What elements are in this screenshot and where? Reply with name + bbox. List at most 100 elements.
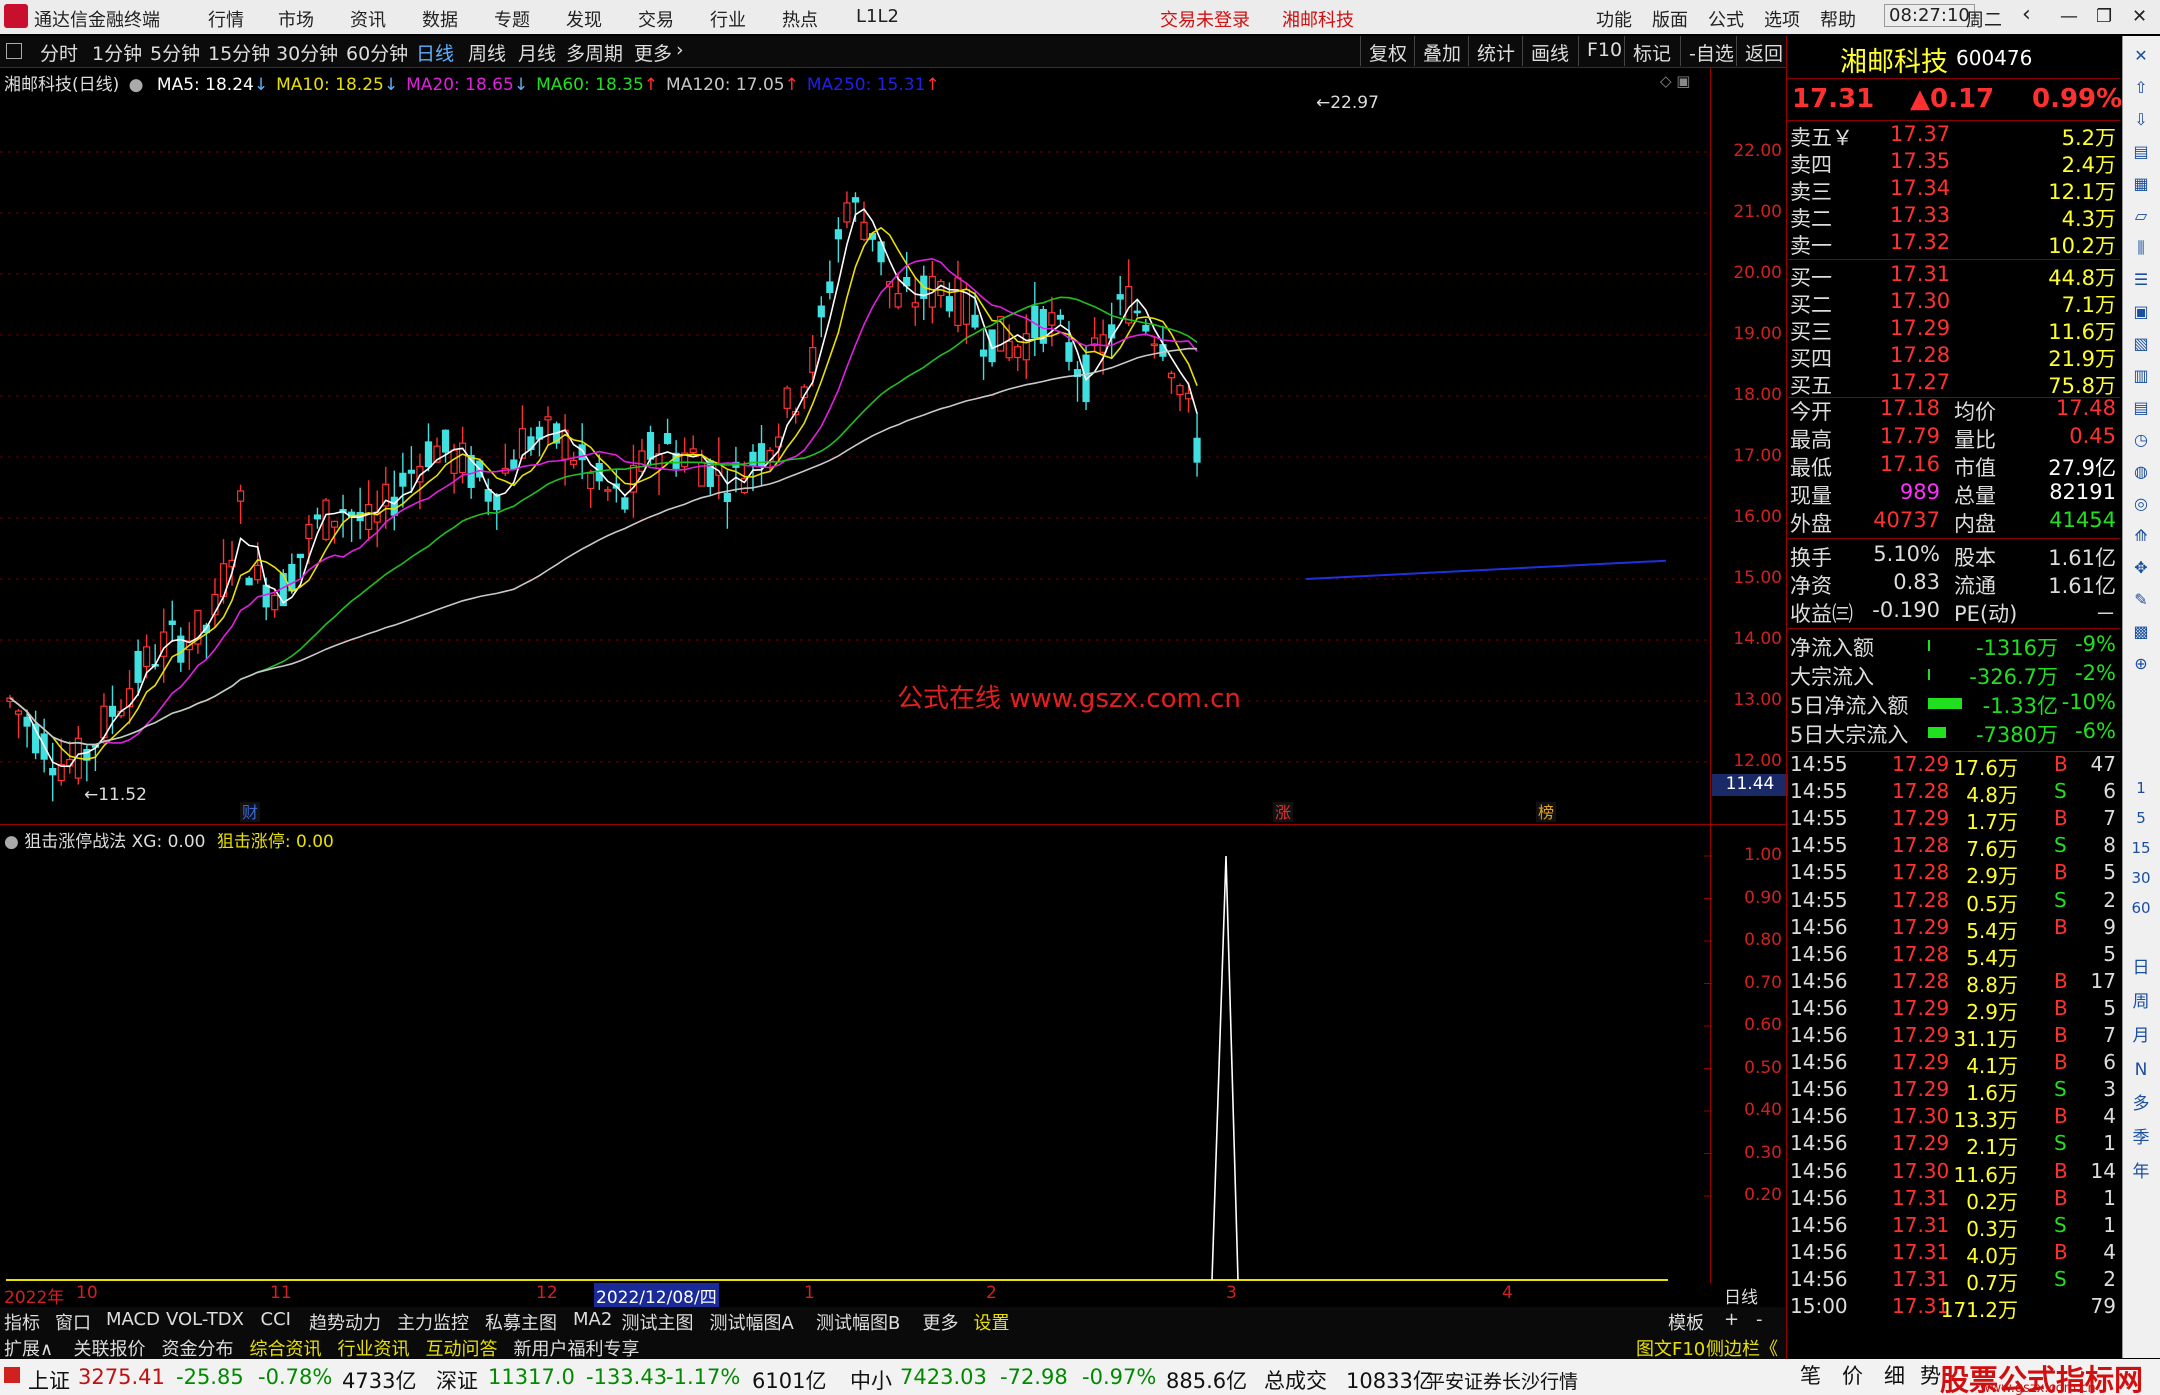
menu-zixun[interactable]: 资讯 — [350, 6, 386, 32]
event-marker[interactable]: 财 — [242, 803, 258, 822]
trade-status[interactable]: 交易未登录 — [1160, 6, 1250, 32]
sz-name[interactable]: 深证 — [436, 1365, 478, 1395]
tool-biaoji[interactable]: 标记 — [1624, 36, 1679, 66]
tick-row[interactable]: 14:56 17.29 1.6万 S 3 — [1788, 1077, 2120, 1105]
period-week[interactable]: 周线 — [468, 39, 506, 66]
tab-tools-2[interactable]: - — [1756, 1309, 1763, 1330]
detail-tab-3[interactable]: 势 — [1920, 1360, 1941, 1390]
tick-row[interactable]: 14:56 17.28 5.4万 5 — [1788, 942, 2120, 970]
strip-period-2[interactable]: 月 — [2127, 1022, 2155, 1050]
strip-period-4[interactable]: 多 — [2127, 1090, 2155, 1118]
tool-tongji[interactable]: 统计 — [1468, 36, 1523, 66]
menu-hangye[interactable]: 行业 — [710, 6, 746, 32]
tab-ind-1[interactable]: 窗口 — [55, 1309, 91, 1335]
orderbook-row[interactable]: 卖二 17.33 4.3万 — [1788, 203, 2120, 231]
grid-icon[interactable]: ▧ — [2127, 330, 2155, 358]
orderbook-row[interactable]: 买一 17.31 44.8万 — [1788, 262, 2120, 290]
strip-num-5[interactable]: 5 — [2127, 804, 2155, 832]
tab-ext-4[interactable]: 行业资讯 — [338, 1335, 410, 1361]
tab-tools-1[interactable]: + — [1724, 1309, 1739, 1330]
strip-period-3[interactable]: N — [2127, 1056, 2155, 1084]
detail-tab-0[interactable]: 笔 — [1800, 1360, 1821, 1390]
tool-diejia[interactable]: 叠加 — [1414, 36, 1469, 66]
chart-icon[interactable]: ▱ — [2127, 202, 2155, 230]
candle-icon[interactable]: ⫼ — [2127, 234, 2155, 262]
tick-row[interactable]: 14:56 17.28 8.8万 B 17 — [1788, 969, 2120, 997]
strip-period-0[interactable]: 日 — [2127, 954, 2155, 982]
tab-ext-3[interactable]: 综合资讯 — [250, 1335, 322, 1361]
menu-redian[interactable]: 热点 — [782, 6, 818, 32]
f10-icon[interactable]: ▤ — [2127, 394, 2155, 422]
indicator-chart[interactable]: ● 狙击涨停战法 XG: 0.00 狙击涨停: 0.00 1.00 0.90 0.8… — [0, 825, 1782, 1285]
pin-icon[interactable]: ◍ — [2127, 458, 2155, 486]
detail-tab-1[interactable]: 价 — [1842, 1360, 1863, 1390]
menu-faxian[interactable]: 发现 — [566, 6, 602, 32]
restore-icon[interactable]: ❐ — [2096, 6, 2112, 27]
tick-row[interactable]: 14:56 17.29 2.9万 B 5 — [1788, 996, 2120, 1024]
tick-list[interactable]: 14:55 17.29 17.6万 B 47 14:55 17.28 4.8万 S 6 14:55 1… — [1788, 752, 2120, 1352]
period-5min[interactable]: 5分钟 — [150, 39, 200, 66]
menu-bangzhu[interactable]: 帮助 — [1820, 6, 1856, 32]
panel-toggle-icon[interactable] — [6, 43, 22, 59]
tool-fuquan[interactable]: 复权 — [1360, 36, 1415, 66]
menu-gongneng[interactable]: 功能 — [1596, 6, 1632, 32]
strip-num-30[interactable]: 30 — [2127, 864, 2155, 892]
tab-ext-6[interactable]: 新用户福利专享 — [514, 1335, 640, 1361]
tick-row[interactable]: 14:56 17.31 0.3万 S 1 — [1788, 1213, 2120, 1241]
tab-ind-10[interactable]: 测试幅图A — [710, 1309, 794, 1335]
rsi-icon[interactable]: ⟰ — [2127, 522, 2155, 550]
back-icon[interactable]: ‹ — [2022, 2, 2031, 27]
close-panel-icon[interactable]: ✕ — [2127, 42, 2155, 70]
strip-period-5[interactable]: 季 — [2127, 1124, 2155, 1152]
tick-row[interactable]: 14:56 17.31 4.0万 B 4 — [1788, 1240, 2120, 1268]
tick-row[interactable]: 14:55 17.28 7.6万 S 8 — [1788, 833, 2120, 861]
menu-hangqing[interactable]: 行情 — [208, 6, 244, 32]
target-icon[interactable]: ◎ — [2127, 490, 2155, 518]
menu-shichang[interactable]: 市场 — [278, 6, 314, 32]
zx-name[interactable]: 中小 — [850, 1365, 892, 1395]
orderbook-row[interactable]: 买五 17.27 75.8万 — [1788, 370, 2120, 398]
orderbook-row[interactable]: 卖四 17.35 2.4万 — [1788, 149, 2120, 177]
tick-row[interactable]: 14:56 17.31 0.7万 S 2 — [1788, 1267, 2120, 1295]
tick-row[interactable]: 14:55 17.29 17.6万 B 47 — [1788, 752, 2120, 780]
orderbook-row[interactable]: 卖一 17.32 10.2万 — [1788, 230, 2120, 258]
plus-icon[interactable]: ⊕ — [2127, 650, 2155, 678]
tick-row[interactable]: 14:56 17.29 5.4万 B 9 — [1788, 915, 2120, 943]
period-month[interactable]: 月线 — [518, 39, 556, 66]
tick-row[interactable]: 14:55 17.28 2.9万 B 5 — [1788, 860, 2120, 888]
settings-dot-icon[interactable]: ● — [4, 832, 19, 852]
list-icon[interactable]: ☰ — [2127, 266, 2155, 294]
menu-xuanxiang[interactable]: 选项 — [1764, 6, 1800, 32]
orderbook-row[interactable]: 买四 17.28 21.9万 — [1788, 343, 2120, 371]
tick-row[interactable]: 14:56 17.31 0.2万 B 1 — [1788, 1186, 2120, 1214]
kline-canvas[interactable]: ←22.97 ←11.52 财 涨 榜 — [0, 68, 1712, 825]
tab-ind-3[interactable]: VOL-TDX — [166, 1309, 244, 1330]
period-multi[interactable]: 多周期 — [566, 39, 623, 66]
tab-ext-2[interactable]: 资金分布 — [162, 1335, 234, 1361]
tab-ext-1[interactable]: 关联报价 — [74, 1335, 146, 1361]
period-day[interactable]: 日线 — [416, 39, 454, 66]
tab-ind-7[interactable]: 私募主图 — [485, 1309, 557, 1335]
menu-shuju[interactable]: 数据 — [422, 6, 458, 32]
tab-side-0[interactable]: 图文F10 — [1636, 1335, 1705, 1361]
orderbook-row[interactable]: 买三 17.29 11.6万 — [1788, 316, 2120, 344]
tool-zixuan[interactable]: -自选 — [1680, 36, 1742, 66]
tab-ind-4[interactable]: CCI — [261, 1309, 291, 1330]
pen-icon[interactable]: ✎ — [2127, 586, 2155, 614]
page-icon[interactable]: ▥ — [2127, 362, 2155, 390]
tab-ind-5[interactable]: 趋势动力 — [309, 1309, 381, 1335]
close-icon[interactable]: ✕ — [2132, 6, 2147, 27]
menu-gongshi[interactable]: 公式 — [1708, 6, 1744, 32]
orderbook-row[interactable]: 卖五￥ 17.37 5.2万 — [1788, 122, 2120, 150]
tool-f10[interactable]: F10 — [1578, 36, 1630, 66]
tab-ind-12[interactable]: 更多 — [923, 1309, 959, 1335]
tick-row[interactable]: 14:56 17.29 4.1万 B 6 — [1788, 1050, 2120, 1078]
clock-icon[interactable]: ◷ — [2127, 426, 2155, 454]
menu-banmian[interactable]: 版面 — [1652, 6, 1688, 32]
tick-row[interactable]: 14:55 17.28 4.8万 S 6 — [1788, 779, 2120, 807]
tab-ext-0[interactable]: 扩展∧ — [4, 1335, 53, 1361]
table-icon[interactable]: ▦ — [2127, 170, 2155, 198]
period-1min[interactable]: 1分钟 — [92, 39, 142, 66]
tab-ind-2[interactable]: MACD — [106, 1309, 160, 1330]
strip-num-1[interactable]: 1 — [2127, 774, 2155, 802]
